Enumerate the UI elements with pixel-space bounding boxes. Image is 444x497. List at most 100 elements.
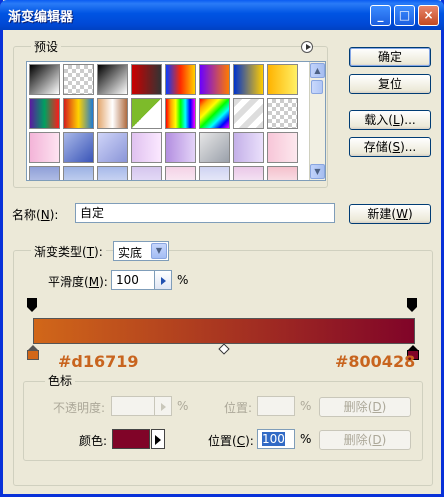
preset-swatch[interactable]: [233, 132, 264, 163]
color-location-value: 100: [262, 432, 285, 446]
scroll-down-icon[interactable]: ▼: [310, 164, 325, 179]
name-label-key: N: [40, 208, 50, 222]
color-location-input[interactable]: 100: [257, 429, 295, 449]
smoothness-input[interactable]: 100: [111, 270, 155, 290]
arrow-right-icon: [161, 403, 166, 411]
preset-swatch[interactable]: [63, 98, 94, 129]
preset-swatch[interactable]: [199, 132, 230, 163]
preset-swatch[interactable]: [165, 98, 196, 129]
delete-opacity-stop-key: D: [372, 400, 382, 414]
color-location-label: 位置(C):: [208, 434, 254, 448]
window-title: 渐变编辑器: [8, 10, 74, 25]
presets-label: 预设: [31, 38, 62, 55]
preset-swatch[interactable]: [29, 132, 60, 163]
maximize-button[interactable]: □: [394, 5, 415, 26]
opacity-location-percent: %: [300, 399, 312, 413]
preset-swatch[interactable]: [97, 98, 128, 129]
new-button[interactable]: 新建(W): [349, 204, 431, 224]
opacity-location-input[interactable]: [257, 396, 295, 416]
opacity-label: 不透明度:: [53, 401, 106, 415]
new-button-key: W: [396, 207, 408, 221]
opacity-stop-right[interactable]: [407, 298, 417, 312]
gradient-type-select[interactable]: 实底 ▼: [113, 241, 169, 261]
gradient-type-key: T: [86, 245, 95, 259]
load-button[interactable]: 载入(L)...: [349, 110, 431, 130]
preset-swatch[interactable]: [165, 64, 196, 95]
color-location-label-text: 位置: [208, 434, 233, 448]
preset-swatch[interactable]: [233, 98, 264, 129]
start-color-hex-label: #d16719: [58, 352, 139, 371]
opacity-location-label: 位置:: [224, 401, 253, 415]
smoothness-label: 平滑度(M):: [48, 275, 108, 289]
delete-color-stop-label: 删除: [343, 433, 368, 447]
arrow-right-icon: [161, 277, 166, 285]
preset-swatch[interactable]: [267, 166, 298, 180]
preset-swatch[interactable]: [165, 132, 196, 163]
close-button[interactable]: ×: [418, 5, 439, 26]
preset-swatch[interactable]: [199, 64, 230, 95]
scroll-up-icon[interactable]: ▲: [310, 63, 325, 78]
ok-button[interactable]: 确定: [349, 47, 431, 67]
opacity-location-label-text: 位置: [224, 401, 249, 415]
presets-menu-icon[interactable]: [301, 41, 313, 53]
color-label: 颜色:: [79, 434, 108, 448]
minimize-button[interactable]: _: [370, 5, 391, 26]
preset-swatch[interactable]: [29, 98, 60, 129]
color-location-percent: %: [300, 432, 312, 446]
preset-swatch[interactable]: [97, 64, 128, 95]
opacity-stop-left[interactable]: [27, 298, 37, 312]
stops-group-label: 色标: [45, 372, 76, 389]
preset-swatch[interactable]: [63, 166, 94, 180]
preset-swatch[interactable]: [233, 64, 264, 95]
preset-swatch[interactable]: [131, 132, 162, 163]
preset-swatch[interactable]: [29, 166, 60, 180]
load-button-key: L: [392, 113, 400, 127]
name-label: 名称(N):: [12, 208, 59, 222]
color-menu-button[interactable]: [151, 429, 165, 449]
gradient-preview-bar[interactable]: [33, 318, 415, 344]
preset-swatch[interactable]: [131, 98, 162, 129]
opacity-label-text: 不透明度: [53, 401, 102, 415]
preset-swatch[interactable]: [131, 64, 162, 95]
preset-swatch[interactable]: [63, 132, 94, 163]
arrow-right-icon: [155, 435, 161, 445]
presets-scrollbar[interactable]: ▲ ▼: [309, 62, 325, 180]
opacity-percent: %: [177, 399, 189, 413]
reset-button[interactable]: 复位: [349, 74, 431, 94]
preset-swatch[interactable]: [267, 98, 298, 129]
preset-swatch[interactable]: [29, 64, 60, 95]
load-button-label: 载入: [364, 113, 389, 127]
delete-color-stop-button[interactable]: 删除(D): [319, 430, 411, 450]
preset-swatch[interactable]: [131, 166, 162, 180]
preset-swatch[interactable]: [233, 166, 264, 180]
delete-opacity-stop-label: 删除: [343, 400, 368, 414]
smoothness-slider-button[interactable]: [154, 270, 172, 290]
presets-grid[interactable]: ▲ ▼: [26, 61, 326, 181]
preset-swatch[interactable]: [165, 166, 196, 180]
preset-swatch[interactable]: [63, 64, 94, 95]
preset-swatch[interactable]: [199, 98, 230, 129]
gradient-type-value: 实底: [118, 246, 143, 260]
preset-swatch[interactable]: [267, 64, 298, 95]
new-button-label: 新建: [367, 207, 392, 221]
name-input[interactable]: 自定: [75, 203, 335, 223]
title-bar[interactable]: 渐变编辑器 _ □ ×: [0, 0, 444, 30]
end-color-hex-label: #800428: [335, 352, 416, 371]
preset-swatch[interactable]: [199, 166, 230, 180]
color-swatch[interactable]: [112, 429, 150, 449]
preset-swatch[interactable]: [97, 166, 128, 180]
smoothness-label-text: 平滑度: [48, 275, 85, 289]
gradient-type-label: 渐变类型(T):: [31, 243, 106, 260]
smoothness-percent: %: [177, 273, 189, 287]
color-stop-left[interactable]: [27, 345, 39, 361]
save-button-key: S: [392, 140, 401, 154]
preset-swatch[interactable]: [97, 132, 128, 163]
scroll-thumb[interactable]: [311, 80, 323, 94]
preset-swatch[interactable]: [267, 132, 298, 163]
chevron-down-icon[interactable]: ▼: [151, 243, 167, 259]
opacity-slider-button[interactable]: [154, 396, 172, 416]
delete-opacity-stop-button[interactable]: 删除(D): [319, 397, 411, 417]
opacity-input[interactable]: [111, 396, 155, 416]
gradient-type-label-text: 渐变类型: [34, 245, 83, 259]
save-button[interactable]: 存储(S)...: [349, 137, 431, 157]
